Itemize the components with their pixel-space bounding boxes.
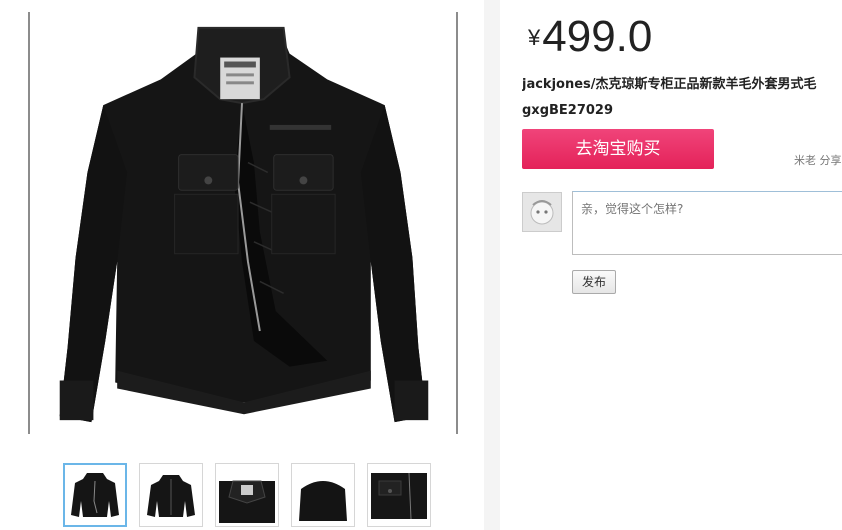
thumbnail-4[interactable] <box>291 463 355 527</box>
thumbnail-2[interactable] <box>139 463 203 527</box>
price-amount: 499.0 <box>542 12 653 61</box>
thumbnail-1[interactable] <box>63 463 127 527</box>
panel-divider <box>484 0 500 530</box>
product-title: jackjones/杰克琼斯专柜正品新款羊毛外套男式毛 gxgBE27029 <box>522 72 842 124</box>
thumbnail-strip <box>63 463 431 527</box>
post-comment-button[interactable]: 发布 <box>572 270 616 294</box>
jacket-front-thumbnail-icon <box>71 473 119 517</box>
product-main-image <box>28 12 458 434</box>
product-title-line-1: jackjones/杰克琼斯专柜正品新款羊毛外套男式毛 <box>522 77 817 92</box>
avatar <box>522 192 562 232</box>
default-avatar-icon <box>523 193 561 231</box>
jacket-collar-detail-thumbnail-icon <box>219 480 275 523</box>
buy-on-taobao-button[interactable]: 去淘宝购买 <box>522 129 714 169</box>
thumbnail-3[interactable] <box>215 463 279 527</box>
product-gallery <box>0 0 484 530</box>
jacket-front-thumbnail-icon <box>147 475 195 517</box>
comment-input[interactable] <box>572 191 842 255</box>
share-link[interactable]: 米老 分享 <box>794 152 842 168</box>
thumbnail-5[interactable] <box>367 463 431 527</box>
jacket-back-thumbnail-icon <box>299 481 347 521</box>
currency-symbol: ¥ <box>528 25 541 50</box>
product-title-line-2: gxgBE27029 <box>522 103 614 118</box>
product-price: ¥499.0 <box>528 12 652 62</box>
jacket-pocket-detail-thumbnail-icon <box>371 472 427 520</box>
